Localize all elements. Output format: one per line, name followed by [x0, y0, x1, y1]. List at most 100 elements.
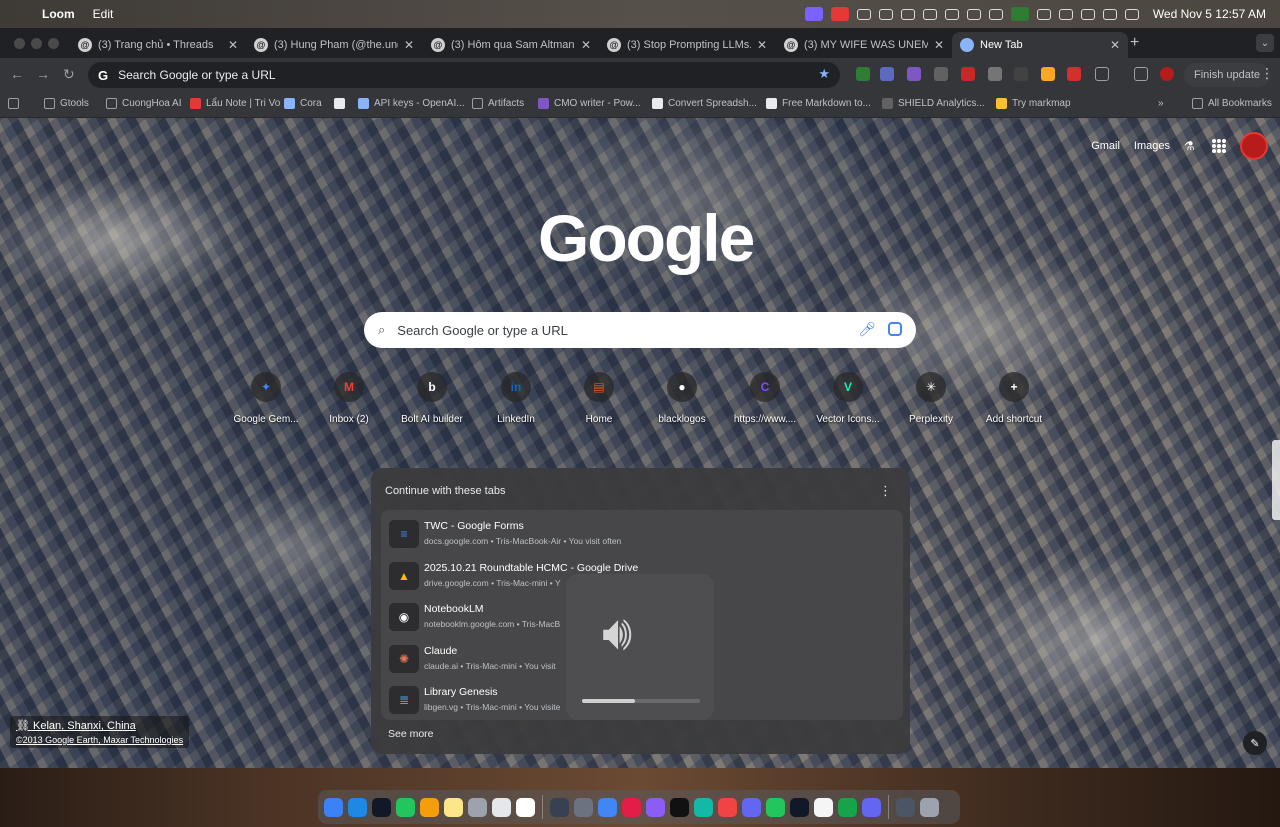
- bookmarks-overflow-icon[interactable]: »: [1158, 98, 1164, 109]
- menubar-clock[interactable]: Wed Nov 5 12:57 AM: [1153, 7, 1266, 21]
- reload-icon[interactable]: ↻: [63, 66, 75, 83]
- bookmark-item[interactable]: Lẩu Note | Tri Vo: [190, 98, 280, 109]
- chrome-menu-icon[interactable]: ⋮: [1260, 65, 1274, 82]
- box-icon[interactable]: [814, 797, 833, 817]
- tab-threads-home[interactable]: @ (3) Trang chủ • Threads ✕: [70, 32, 246, 58]
- add-shortcut-tile[interactable]: + Add shortcut: [972, 370, 1056, 425]
- close-window-button[interactable]: [14, 38, 25, 49]
- shortcut-tile[interactable]: ● blacklogos: [640, 370, 724, 425]
- shortcut-tile[interactable]: ✦ Google Gem...: [224, 370, 308, 425]
- keyboard-icon[interactable]: [944, 8, 959, 20]
- bookmark-item[interactable]: SHIELD Analytics...: [882, 98, 985, 109]
- bookmark-item[interactable]: Gtools: [44, 98, 89, 109]
- tab-stop-prompting[interactable]: @ (3) Stop Prompting LLMs. Sta ✕: [599, 32, 775, 58]
- shortcut-tile[interactable]: ▤ Home: [557, 370, 641, 425]
- menu-edit[interactable]: Edit: [93, 7, 114, 21]
- bookmark-item[interactable]: CMO writer - Pow...: [538, 98, 641, 109]
- search-box[interactable]: ⌕ Search Google or type a URL 🎤︎: [364, 312, 916, 348]
- control-center-icon[interactable]: [1124, 8, 1139, 20]
- search-icon[interactable]: [1102, 8, 1117, 20]
- capcut-icon[interactable]: [670, 797, 689, 817]
- safari-icon[interactable]: [348, 797, 367, 817]
- shortcut-tile[interactable]: V Vector Icons...: [806, 370, 890, 425]
- voice-search-icon[interactable]: 🎤︎: [858, 321, 876, 338]
- v-app-icon[interactable]: [838, 797, 857, 817]
- bookmark-item[interactable]: All Bookmarks: [1192, 98, 1272, 109]
- play-icon[interactable]: [1036, 8, 1051, 20]
- extension-icon[interactable]: [830, 7, 849, 21]
- battery-icon[interactable]: [1058, 8, 1073, 20]
- shortcut-tile[interactable]: M Inbox (2): [307, 370, 391, 425]
- settings-icon[interactable]: [468, 797, 487, 817]
- loom-icon[interactable]: [878, 8, 893, 20]
- bookmark-item[interactable]: Try markmap: [996, 98, 1071, 109]
- notes-icon[interactable]: [444, 797, 463, 817]
- images-link[interactable]: Images: [1134, 140, 1170, 152]
- app-icon[interactable]: [766, 797, 785, 817]
- extension-icon[interactable]: [880, 67, 894, 81]
- shortcut-tile[interactable]: b Bolt AI builder: [390, 370, 474, 425]
- todo-icon[interactable]: [622, 797, 641, 817]
- forward-icon[interactable]: →: [36, 66, 50, 82]
- copyright-link[interactable]: ©2013 Google Earth, Maxar Technologies: [16, 735, 183, 745]
- tab-my-wife[interactable]: @ (3) MY WIFE WAS UNEMPLOY ✕: [776, 32, 952, 58]
- close-tab-icon[interactable]: ✕: [581, 38, 591, 52]
- finish-update-button[interactable]: Finish update: [1184, 63, 1271, 87]
- app-menu-loom[interactable]: Loom: [42, 7, 75, 21]
- gallery-icon[interactable]: [896, 797, 915, 817]
- extension-icon[interactable]: [1014, 67, 1028, 81]
- labs-flask-icon[interactable]: ⚗: [1184, 139, 1198, 153]
- bookmark-item[interactable]: Convert Spreadsh...: [652, 98, 757, 109]
- reading-list-icon[interactable]: [1134, 67, 1148, 81]
- screen-icon[interactable]: [574, 797, 593, 817]
- extension-icon[interactable]: [1041, 67, 1055, 81]
- new-tab-button[interactable]: +: [1130, 34, 1139, 52]
- more-options-icon[interactable]: ⋮: [879, 483, 892, 499]
- background-location-link[interactable]: ⛓ Kelan, Shanxi, China: [16, 719, 183, 732]
- bookmark-item[interactable]: [334, 98, 350, 109]
- tab-hung-pham[interactable]: @ (3) Hung Pham (@the.underdo ✕: [246, 32, 422, 58]
- messages-icon[interactable]: [396, 797, 415, 817]
- google-lens-icon[interactable]: [888, 322, 902, 336]
- gmail-link[interactable]: Gmail: [1091, 140, 1120, 152]
- shortcut-tile[interactable]: Chttps://www....: [723, 370, 807, 425]
- account-avatar[interactable]: [1240, 132, 1268, 160]
- continue-tab-row[interactable]: ≡ TWC - Google Forms docs.google.com • Tri…: [381, 512, 903, 553]
- pencil-app-icon[interactable]: [492, 797, 511, 817]
- trash-icon[interactable]: [920, 797, 939, 817]
- stickies-icon[interactable]: [790, 797, 809, 817]
- bookmark-item[interactable]: Artifacts: [472, 98, 524, 109]
- calendar-icon[interactable]: [516, 797, 535, 817]
- profile-avatar[interactable]: [1160, 67, 1174, 81]
- extension-icon[interactable]: [988, 67, 1002, 81]
- close-tab-icon[interactable]: ✕: [757, 38, 767, 52]
- chrome-icon[interactable]: [598, 797, 617, 817]
- discord-icon[interactable]: [862, 797, 881, 817]
- bookmark-item[interactable]: CuongHoa AI: [106, 98, 182, 109]
- shortcut-tile[interactable]: in LinkedIn: [474, 370, 558, 425]
- extensions-puzzle-icon[interactable]: [1095, 67, 1109, 81]
- bookmark-star-icon[interactable]: ★: [818, 66, 830, 82]
- calendar-icon[interactable]: [988, 8, 1003, 20]
- back-icon[interactable]: ←: [10, 66, 24, 82]
- close-tab-icon[interactable]: ✕: [934, 38, 944, 52]
- tab-search-icon[interactable]: ⌄: [1256, 34, 1274, 52]
- shortcut-tile[interactable]: ✳ Perplexity: [889, 370, 973, 425]
- close-tab-icon[interactable]: ✕: [228, 38, 238, 52]
- extension-icon[interactable]: [1067, 67, 1081, 81]
- customize-pencil-icon[interactable]: ✎: [1243, 731, 1267, 755]
- address-bar[interactable]: G Search Google or type a URL ★: [88, 62, 840, 88]
- bird-icon[interactable]: [900, 8, 915, 20]
- extension-icon[interactable]: [934, 67, 948, 81]
- minimize-window-button[interactable]: [31, 38, 42, 49]
- tab-sam-altman[interactable]: @ (3) Hôm qua Sam Altman giớ ✕: [423, 32, 599, 58]
- wifi-icon[interactable]: [1080, 8, 1095, 20]
- vscode-icon[interactable]: [694, 797, 713, 817]
- wave-icon[interactable]: [742, 797, 761, 817]
- screen-record-icon[interactable]: [804, 7, 823, 21]
- close-tab-icon[interactable]: ✕: [1110, 38, 1120, 52]
- extension-icon[interactable]: [907, 67, 921, 81]
- bookmark-item[interactable]: Free Markdown to...: [766, 98, 871, 109]
- extension-icon[interactable]: [856, 67, 870, 81]
- facetime-icon[interactable]: [550, 797, 569, 817]
